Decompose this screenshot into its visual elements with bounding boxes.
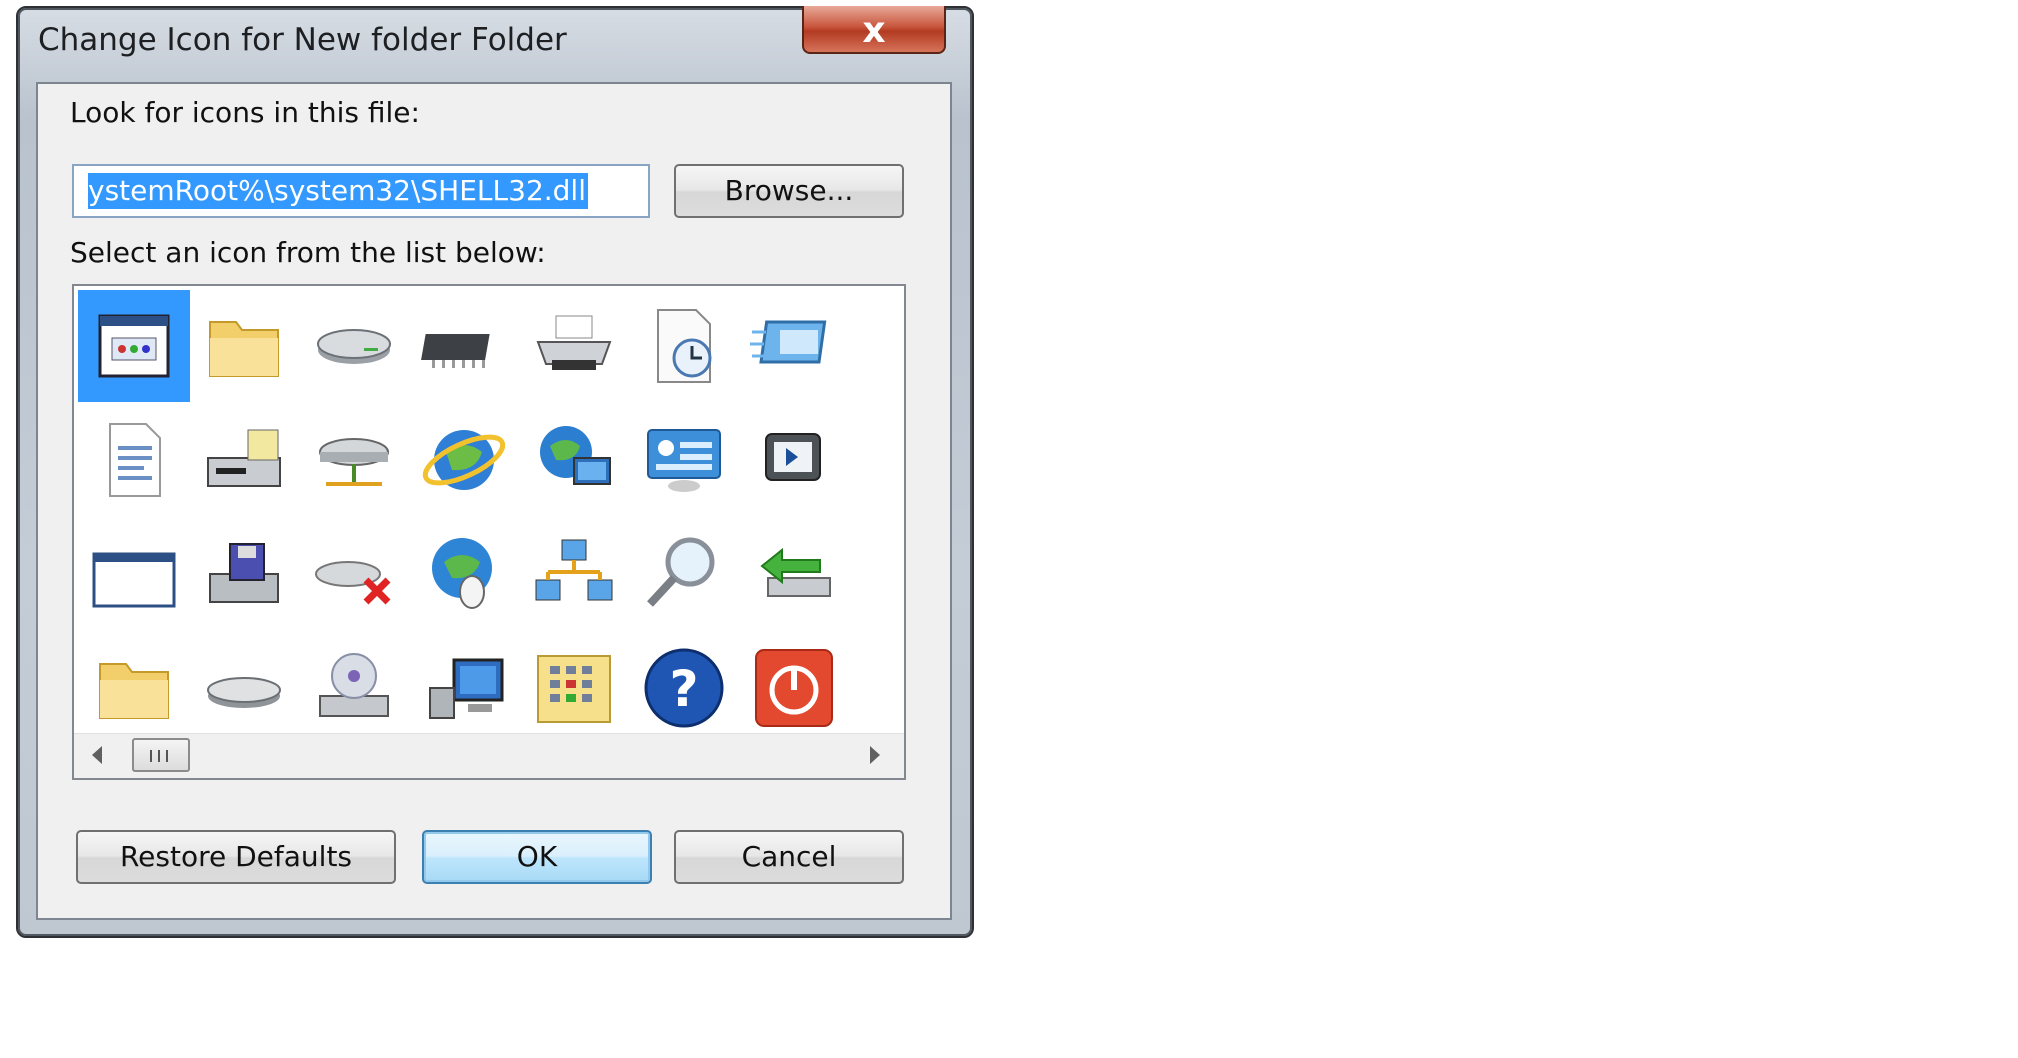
icon-list-item[interactable] [408, 632, 520, 744]
hard-drive-icon [317, 329, 391, 364]
internet-explorer-icon [422, 430, 506, 490]
printer-icon [536, 315, 612, 370]
icon-list-item[interactable] [298, 404, 410, 516]
drive-icon [207, 677, 281, 708]
screen-icon [750, 320, 827, 364]
blank-window-icon [92, 552, 176, 608]
globe-network-icon [540, 426, 611, 485]
scroll-right-arrow-icon[interactable] [870, 746, 880, 764]
icon-list-item[interactable] [738, 518, 850, 630]
clock-partial-icon [856, 526, 906, 622]
shortcut-partial-icon [856, 298, 906, 394]
network-icon [535, 539, 613, 601]
dialog-client-area: Look for icons in this file: ystemRoot%\… [36, 82, 952, 920]
icon-list-item[interactable] [408, 290, 520, 402]
icon-list-item[interactable] [78, 290, 190, 402]
icon-list-item[interactable] [628, 290, 740, 402]
help-icon: ? [644, 648, 724, 728]
icon-list-label: Select an icon from the list below: [70, 236, 546, 269]
icon-file-value: ystemRoot%\system32\SHELL32.dll [88, 173, 588, 209]
close-icon: x [862, 10, 886, 51]
text-document-icon [109, 423, 161, 497]
icon-list-item[interactable] [518, 518, 630, 630]
icon-list-item[interactable] [848, 632, 906, 744]
icon-list-item[interactable] [188, 290, 300, 402]
floppy-disk-icon [209, 543, 279, 603]
file-label: Look for icons in this file: [70, 96, 420, 129]
computer-icon [429, 658, 504, 719]
clock-document-icon [657, 309, 712, 383]
fax-icon [207, 429, 281, 487]
network-drive-icon [319, 438, 389, 486]
horizontal-scrollbar[interactable] [74, 733, 904, 778]
recycle-bin-partial-icon [856, 640, 906, 736]
icon-list-item[interactable] [628, 404, 740, 516]
icon-list-item[interactable] [408, 518, 520, 630]
memory-chip-icon [421, 334, 490, 368]
folder-icon [209, 321, 279, 377]
icon-list-item[interactable] [188, 404, 300, 516]
icon-list-item[interactable]: ? [628, 632, 740, 744]
folder-grid-icon [537, 655, 611, 723]
control-panel-icon [647, 429, 721, 492]
icon-list-item[interactable] [518, 290, 630, 402]
icon-list-item[interactable] [628, 518, 740, 630]
icon-list-item[interactable] [78, 404, 190, 516]
folder-icon [99, 663, 169, 719]
icon-list-item[interactable] [408, 404, 520, 516]
icon-list-item[interactable] [298, 518, 410, 630]
close-button[interactable]: x [802, 6, 946, 54]
restore-defaults-button[interactable]: Restore Defaults [76, 830, 396, 884]
dialog-title: Change Icon for New folder Folder [38, 22, 567, 58]
icon-list-item[interactable] [848, 518, 906, 630]
media-player-icon [765, 433, 821, 481]
ok-button[interactable]: OK [422, 830, 652, 884]
globe-mouse-icon [432, 538, 492, 609]
shortcut-arrow-icon [856, 412, 906, 508]
scroll-thumb[interactable] [132, 738, 190, 772]
change-icon-dialog: Change Icon for New folder Folder x Look… [16, 6, 974, 938]
magnifier-icon [647, 537, 715, 607]
icon-file-input[interactable]: ystemRoot%\system32\SHELL32.dll [72, 164, 650, 218]
scroll-left-arrow-icon[interactable] [92, 746, 102, 764]
icon-list-item[interactable] [738, 404, 850, 516]
icon-list-item[interactable] [298, 290, 410, 402]
icon-list-item[interactable] [298, 632, 410, 744]
disconnected-drive-icon [315, 561, 391, 605]
browse-button[interactable]: Browse... [674, 164, 904, 218]
icon-list-item[interactable] [188, 518, 300, 630]
icon-list-item[interactable] [738, 632, 850, 744]
icon-list[interactable]: ? [72, 284, 906, 780]
icon-list-item[interactable] [78, 518, 190, 630]
icon-list-item[interactable] [518, 632, 630, 744]
application-window-icon [98, 314, 170, 378]
icon-list-item[interactable] [848, 290, 906, 402]
svg-text:?: ? [669, 660, 698, 718]
back-arrow-drive-icon [760, 547, 831, 597]
cancel-button[interactable]: Cancel [674, 830, 904, 884]
icon-list-item[interactable] [848, 404, 906, 516]
icon-list-item[interactable] [78, 632, 190, 744]
icon-list-item[interactable] [518, 404, 630, 516]
power-icon [755, 649, 833, 727]
icon-list-item[interactable] [188, 632, 300, 744]
icon-list-item[interactable] [738, 290, 850, 402]
cd-drive-icon [319, 653, 389, 717]
